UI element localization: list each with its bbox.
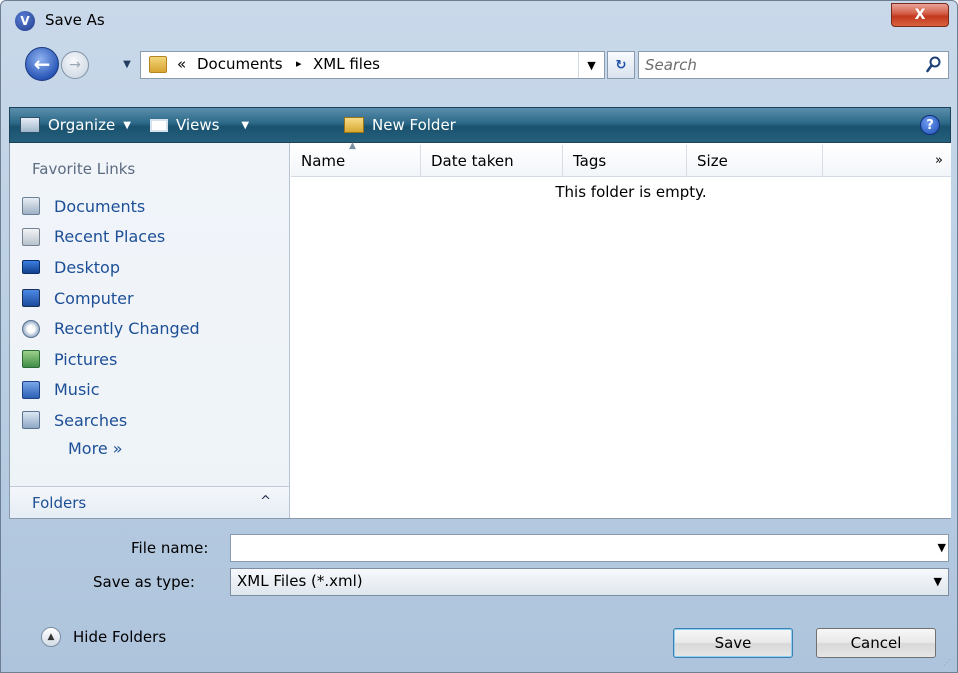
folders-toggle[interactable]: Folders ^ <box>10 486 289 518</box>
more-columns-icon[interactable]: » <box>935 153 943 168</box>
close-button[interactable]: X <box>891 3 949 27</box>
new-folder-label: New Folder <box>372 116 456 134</box>
sidebar-item-label: Music <box>54 380 100 400</box>
folders-label: Folders <box>32 494 87 512</box>
organize-icon <box>20 117 40 133</box>
favorite-links-header: Favorite Links <box>32 160 136 178</box>
command-toolbar: Organize ▼ Views ▼ New Folder ? <box>9 107 951 143</box>
sidebar-item-label: Desktop <box>54 257 120 277</box>
folder-icon <box>149 56 167 73</box>
column-header-name[interactable]: Name ▲ <box>291 141 421 177</box>
recent-pages-dropdown-icon[interactable]: ▼ <box>120 57 134 71</box>
sidebar-item-label: Pictures <box>54 349 118 369</box>
empty-folder-message: This folder is empty. <box>555 183 707 201</box>
file-name-input[interactable] <box>235 538 925 558</box>
save-as-dialog: V Save As X ← → ▼ « Documents ▸ XML file… <box>0 0 958 673</box>
save-button[interactable]: Save <box>673 628 793 658</box>
address-bar[interactable]: « Documents ▸ XML files ▼ <box>140 51 605 79</box>
views-menu[interactable]: Views ▼ <box>150 108 249 142</box>
refresh-button[interactable]: ↻ <box>607 51 635 79</box>
search-input[interactable] <box>645 55 915 75</box>
organize-caret-icon: ▼ <box>123 119 131 131</box>
save-as-type-value: XML Files (*.xml) <box>237 572 363 590</box>
sidebar-item-recently-changed[interactable]: Recently Changed <box>22 313 200 344</box>
sidebar-item-label: Searches <box>54 410 128 430</box>
breadcrumb-xml-files[interactable]: XML files <box>313 55 380 73</box>
window-title: Save As <box>45 11 105 29</box>
main-area: Favorite Links Documents Recent Places D… <box>9 141 951 519</box>
sidebar-item-label: Computer <box>54 288 134 308</box>
column-header-tags[interactable]: Tags <box>563 145 687 177</box>
address-row: ← → ▼ « Documents ▸ XML files ▼ ↻ <box>1 45 957 85</box>
documents-icon <box>22 197 40 216</box>
hide-folders-label: Hide Folders <box>73 628 167 646</box>
search-icon[interactable] <box>926 56 942 74</box>
breadcrumb-documents[interactable]: Documents <box>197 55 283 73</box>
address-dropdown-icon[interactable]: ▼ <box>578 52 604 78</box>
recently-changed-icon <box>22 319 40 338</box>
sort-ascending-icon: ▲ <box>349 141 356 151</box>
sidebar-item-label: Recent Places <box>54 227 166 247</box>
views-label: Views <box>176 116 220 134</box>
file-name-combobox[interactable]: ▼ <box>230 534 949 562</box>
sidebar-item-computer[interactable]: Computer <box>22 283 200 314</box>
sidebar-item-recent-places[interactable]: Recent Places <box>22 222 200 253</box>
sidebar-item-searches[interactable]: Searches <box>22 405 200 436</box>
save-as-type-label-text: Save as type: <box>93 573 195 591</box>
recent-places-icon <box>22 227 40 246</box>
resize-grip-icon[interactable]: ⋰ <box>943 658 953 668</box>
desktop-icon <box>22 260 40 275</box>
search-box[interactable] <box>638 51 949 79</box>
cancel-button[interactable]: Cancel <box>816 628 936 658</box>
more-links-button[interactable]: More » <box>68 439 123 458</box>
sidebar-item-pictures[interactable]: Pictures <box>22 344 200 375</box>
chevron-up-circle-icon: ▲ <box>41 627 61 647</box>
computer-icon <box>22 289 40 308</box>
views-caret-icon: ▼ <box>241 119 250 131</box>
breadcrumb-separator-icon[interactable]: ▸ <box>296 57 302 70</box>
help-icon[interactable]: ? <box>920 115 940 135</box>
back-button[interactable]: ← <box>25 47 59 81</box>
column-header-row: Name ▲ Date taken Tags Size » <box>291 141 951 177</box>
file-name-label: File name: <box>131 539 208 557</box>
pictures-icon <box>22 350 40 369</box>
organize-label: Organize <box>48 116 116 134</box>
organize-menu[interactable]: Organize ▼ <box>20 108 131 142</box>
breadcrumb-overflow[interactable]: « <box>177 55 186 73</box>
sidebar-item-label: Documents <box>54 196 146 216</box>
title-bar: V Save As X <box>1 1 957 41</box>
column-header-size[interactable]: Size <box>687 145 823 177</box>
file-name-label-text: File name: <box>131 539 209 557</box>
app-icon: V <box>15 11 35 31</box>
column-header-date-taken[interactable]: Date taken <box>421 145 563 177</box>
searches-icon <box>22 411 40 430</box>
sidebar-item-label: Recently Changed <box>54 319 200 339</box>
navigation-pane: Favorite Links Documents Recent Places D… <box>10 143 290 518</box>
save-as-type-dropdown-icon[interactable]: ▼ <box>934 575 942 588</box>
file-name-dropdown-icon[interactable]: ▼ <box>938 541 946 554</box>
views-icon <box>150 118 168 132</box>
sidebar-item-desktop[interactable]: Desktop <box>22 252 200 283</box>
favorite-links-list: Documents Recent Places Desktop Computer… <box>22 191 200 436</box>
new-folder-icon <box>344 117 364 133</box>
new-folder-button[interactable]: New Folder <box>344 108 456 142</box>
column-name-label: Name <box>301 152 346 170</box>
forward-button[interactable]: → <box>61 51 89 79</box>
file-list-pane: Name ▲ Date taken Tags Size » This folde… <box>291 141 951 518</box>
save-as-type-select[interactable]: XML Files (*.xml) ▼ <box>230 568 949 596</box>
sidebar-item-music[interactable]: Music <box>22 375 200 406</box>
sidebar-item-documents[interactable]: Documents <box>22 191 200 222</box>
music-icon <box>22 380 40 399</box>
hide-folders-button[interactable]: ▲ Hide Folders <box>41 627 166 647</box>
save-as-type-label: Save as type: <box>93 573 195 591</box>
chevron-up-icon: ^ <box>260 494 271 509</box>
